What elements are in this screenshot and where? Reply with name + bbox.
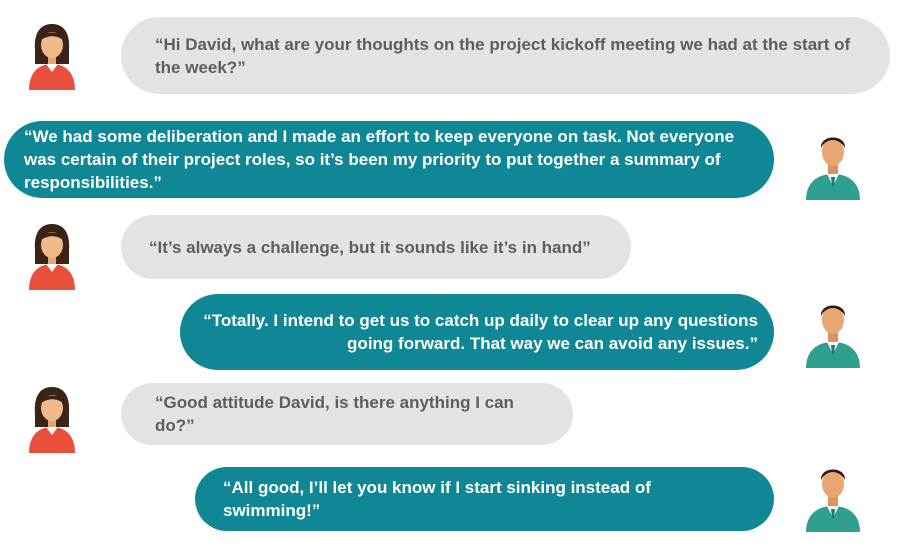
- woman-avatar-icon: [21, 18, 83, 90]
- message-bubble-6: “All good, I’ll let you know if I start …: [195, 467, 774, 531]
- message-text-3: “It’s always a challenge, but it sounds …: [149, 237, 591, 257]
- woman-avatar-icon: [21, 218, 83, 290]
- message-bubble-3: “It’s always a challenge, but it sounds …: [121, 215, 631, 279]
- message-text-6: “All good, I’ll let you know if I start …: [223, 478, 651, 520]
- message-bubble-1: “Hi David, what are your thoughts on the…: [121, 17, 890, 94]
- message-bubble-2: “We had some deliberation and I made an …: [4, 121, 774, 198]
- message-text-4: “Totally. I intend to get us to catch up…: [203, 311, 758, 353]
- message-bubble-4: “Totally. I intend to get us to catch up…: [180, 294, 774, 370]
- message-text-2: “We had some deliberation and I made an …: [24, 127, 735, 192]
- message-text-5: “Good attitude David, is there anything …: [155, 393, 514, 435]
- message-bubble-5: “Good attitude David, is there anything …: [121, 383, 573, 445]
- man-avatar-icon: [802, 296, 864, 368]
- woman-avatar-icon: [21, 381, 83, 453]
- message-text-1: “Hi David, what are your thoughts on the…: [155, 34, 851, 77]
- man-avatar-icon: [802, 128, 864, 200]
- man-avatar-icon: [802, 460, 864, 532]
